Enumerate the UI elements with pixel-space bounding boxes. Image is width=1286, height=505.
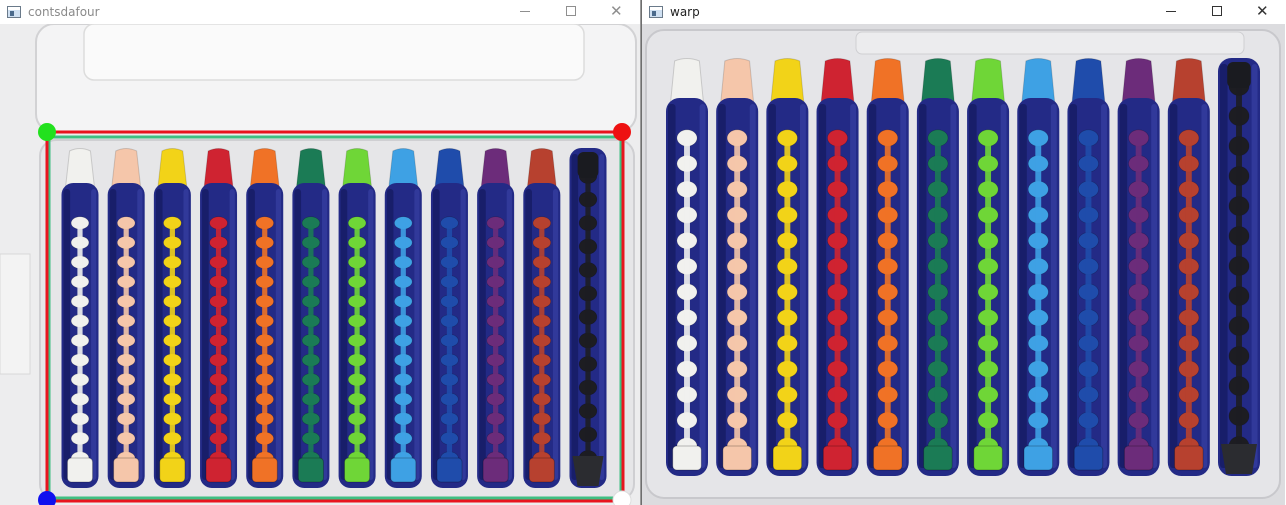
- crayon: [477, 148, 515, 488]
- crayon: [200, 148, 238, 488]
- image-canvas: [0, 24, 640, 505]
- crayon: [1218, 58, 1260, 476]
- crayon: [523, 148, 561, 488]
- crayon: [766, 58, 809, 476]
- crayon: [866, 58, 909, 476]
- crayon: [61, 148, 99, 488]
- minimize-button[interactable]: [1148, 0, 1194, 24]
- crayon: [246, 148, 284, 488]
- crayon: [816, 58, 859, 476]
- close-icon: ✕: [1256, 2, 1269, 20]
- window-title: warp: [670, 5, 700, 19]
- corner-marker-top-left: [38, 123, 56, 141]
- corner-marker-bottom-right: [612, 490, 632, 505]
- crayon: [916, 58, 959, 476]
- maximize-icon: [566, 6, 576, 16]
- crayon: [1117, 58, 1160, 476]
- crayon: [1067, 58, 1110, 476]
- close-button[interactable]: ✕: [594, 0, 640, 24]
- crayon: [153, 148, 191, 488]
- titlebar[interactable]: warp ✕: [642, 0, 1286, 24]
- app-window-icon: [649, 6, 663, 18]
- minimize-icon: [520, 11, 530, 12]
- crayon: [107, 148, 145, 488]
- crayon: [384, 148, 422, 488]
- crayon: [569, 148, 607, 488]
- titlebar[interactable]: contsdafour ✕: [0, 0, 640, 24]
- crayon: [666, 58, 708, 476]
- crayon: [967, 58, 1010, 476]
- crayon: [1017, 58, 1060, 476]
- contsdafour-window: contsdafour ✕: [0, 0, 641, 505]
- maximize-button[interactable]: [548, 0, 594, 24]
- close-icon: ✕: [610, 2, 623, 20]
- crayon: [338, 148, 376, 488]
- app-window-icon: [7, 6, 21, 18]
- contour-image: [0, 24, 640, 505]
- image-canvas: [642, 24, 1286, 505]
- crayon: [430, 148, 468, 488]
- maximize-icon: [1212, 6, 1222, 16]
- window-title: contsdafour: [28, 5, 100, 19]
- minimize-icon: [1166, 11, 1176, 12]
- tray-lid-inset: [83, 24, 585, 81]
- warped-image: [642, 24, 1285, 505]
- warp-window: warp ✕: [641, 0, 1286, 505]
- minimize-button[interactable]: [502, 0, 548, 24]
- crayon: [292, 148, 330, 488]
- corner-marker-top-right: [613, 123, 631, 141]
- close-button[interactable]: ✕: [1240, 0, 1286, 24]
- crayon: [716, 58, 759, 476]
- crayon: [1167, 58, 1210, 476]
- tray-edge: [0, 253, 31, 375]
- maximize-button[interactable]: [1194, 0, 1240, 24]
- tray-rim: [855, 31, 1245, 55]
